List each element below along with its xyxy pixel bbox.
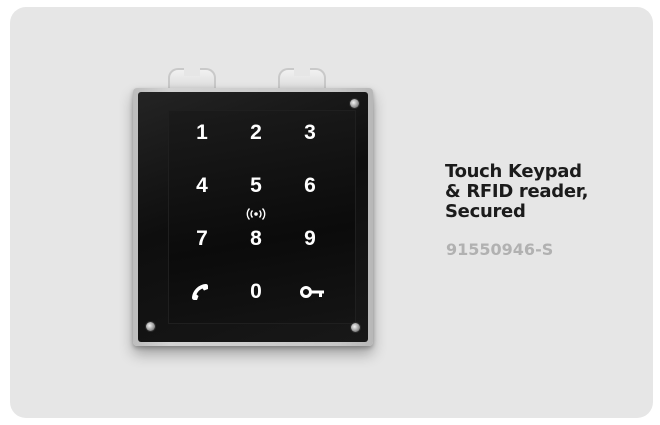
key-9: 9 [304, 227, 316, 250]
product-title: Touch Keypad & RFID reader, Secured [445, 162, 650, 222]
key-0: 0 [250, 280, 262, 303]
key-6: 6 [304, 174, 316, 197]
product-code: 91550946-S [446, 240, 554, 259]
rfid-icon [246, 208, 266, 220]
product-title-line: & RFID reader, [445, 181, 589, 202]
screw-icon [350, 99, 359, 108]
screw-icon [351, 323, 360, 332]
key-2: 2 [250, 121, 262, 144]
key-3: 3 [304, 121, 316, 144]
key-icon [300, 286, 324, 298]
key-7: 7 [196, 227, 208, 250]
screw-icon [146, 322, 155, 331]
key-1: 1 [196, 121, 208, 144]
key-5: 5 [250, 174, 262, 197]
phone-icon [192, 284, 208, 300]
key-4: 4 [196, 174, 208, 197]
product-title-line: Touch Keypad [445, 161, 582, 182]
product-title-line: Secured [445, 201, 526, 222]
key-8: 8 [250, 227, 262, 250]
